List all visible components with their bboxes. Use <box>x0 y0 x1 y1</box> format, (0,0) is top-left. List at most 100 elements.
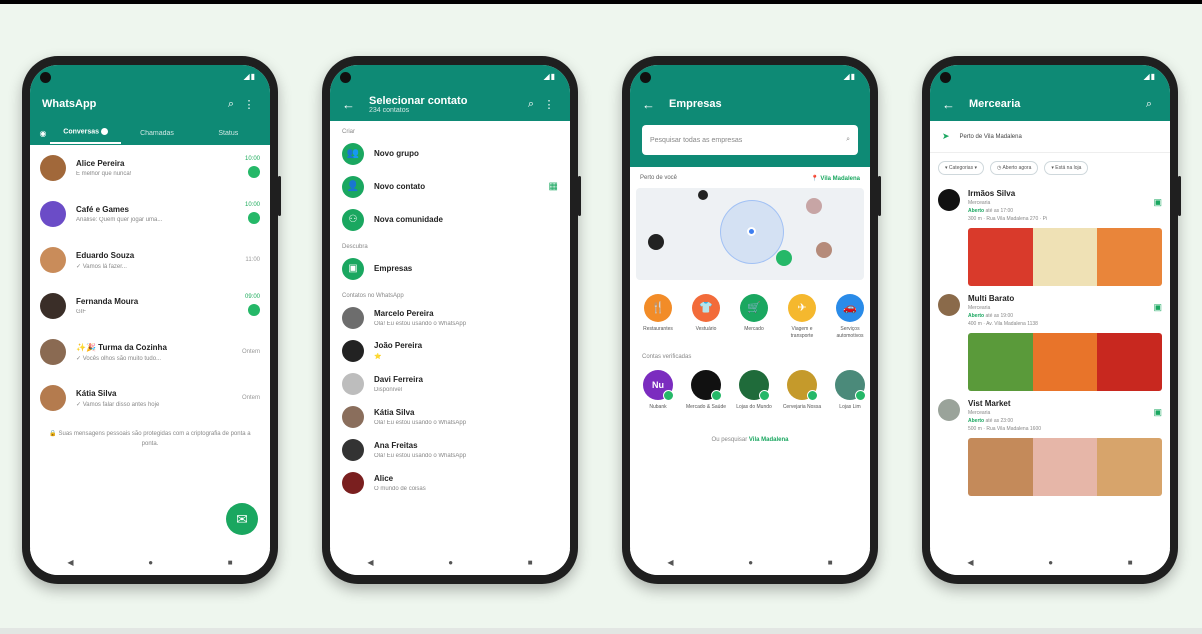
contact-count: 234 contatos <box>369 106 410 114</box>
nav-recents-icon[interactable]: ■ <box>1128 558 1133 567</box>
community-icon: ⚇ <box>342 208 364 231</box>
android-nav-bar: ◀ ● ■ <box>930 549 1170 575</box>
more-menu-icon[interactable]: ⋮ <box>540 98 558 111</box>
browse-line: Ou pesquisar Vila Madalena <box>630 419 870 461</box>
nav-recents-icon[interactable]: ■ <box>528 558 533 567</box>
tab-calls[interactable]: Chamadas <box>121 130 192 137</box>
nav-home-icon[interactable]: ● <box>748 558 753 567</box>
verified-shop[interactable]: Lojas Lim <box>828 370 870 411</box>
more-menu-icon[interactable]: ⋮ <box>240 98 258 111</box>
avatar <box>40 339 66 365</box>
back-arrow-icon[interactable]: ← <box>942 97 955 112</box>
business-row[interactable]: ▣ Empresas <box>330 252 570 285</box>
map-business-pin[interactable] <box>776 250 792 266</box>
chat-icon[interactable]: ▣ <box>1153 407 1162 432</box>
chat-row[interactable]: Alice Pereira É melhor que nunca! 10:00 <box>30 145 270 191</box>
category-item[interactable]: 🛒 Mercado <box>732 294 776 340</box>
browse-link[interactable]: Vila Madalena <box>749 437 789 443</box>
category-item[interactable]: ✈ Viagem e transporte <box>780 294 824 340</box>
location-link[interactable]: 📍 Vila Madalena <box>811 175 860 182</box>
verified-shop[interactable]: Lojas do Mundo <box>732 370 776 411</box>
verified-shop[interactable]: Mercado & Saúde <box>684 370 728 411</box>
category-icon: 🛒 <box>740 294 768 322</box>
category-item[interactable]: 🚗 Serviços automotivos <box>828 294 870 340</box>
verified-shop[interactable]: Cervejaria Nossa <box>780 370 824 411</box>
chat-icon[interactable]: ▣ <box>1153 197 1162 222</box>
nav-home-icon[interactable]: ● <box>1048 558 1053 567</box>
chat-time: 09:00 <box>244 294 260 300</box>
search-icon[interactable]: ⌕ <box>522 98 540 111</box>
camera-tab-icon[interactable]: ◉ <box>36 129 50 138</box>
shop-logo <box>787 370 818 401</box>
business-avatar <box>938 189 960 211</box>
nav-home-icon[interactable]: ● <box>448 558 453 567</box>
new-chat-button[interactable]: ✉ <box>226 503 258 535</box>
nav-back-icon[interactable]: ◀ <box>967 558 973 567</box>
map-business-pin[interactable] <box>648 234 664 250</box>
filter-chip-categories[interactable]: ▾ Categorias ▾ <box>938 161 984 175</box>
map-business-pin[interactable] <box>806 198 822 214</box>
filter-chips: ▾ Categorias ▾ ◷ Aberto agora ▾ Está na … <box>930 153 1170 183</box>
nav-recents-icon[interactable]: ■ <box>228 558 233 567</box>
nav-recents-icon[interactable]: ■ <box>828 558 833 567</box>
contact-row[interactable]: João Pereira ⭐ <box>330 334 570 367</box>
tab-chats[interactable]: Conversas <box>50 128 122 144</box>
chat-name: Café e Games <box>76 205 129 214</box>
contact-row[interactable]: Kátia Silva Olá! Eu estou usando o WhatsA… <box>330 400 570 433</box>
chat-row[interactable]: ✨🎉 Turma da Cozinha ✓ Vocês olhos são mui… <box>30 329 270 375</box>
android-nav-bar: ◀ ● ■ <box>30 549 270 575</box>
new-contact-row[interactable]: 👤 Novo contato ▦ <box>330 170 570 203</box>
signal-icon: ◢▮ <box>243 72 256 81</box>
chat-row[interactable]: Kátia Silva ✓ Vamos falar disso antes hoj… <box>30 375 270 421</box>
chat-row[interactable]: Fernanda Moura GIF 09:00 <box>30 283 270 329</box>
contact-status: Olá! Eu estou usando o WhatsApp <box>374 452 467 459</box>
tab-status[interactable]: Status <box>193 130 264 137</box>
business-card[interactable]: Multi Barato Mercearia Aberto até as 19:00… <box>930 288 1170 393</box>
business-card[interactable]: Irmãos Silva Mercearia Aberto até as 17:00… <box>930 183 1170 288</box>
contact-text: Alice O mundo de coisas <box>374 474 558 492</box>
filter-chip-in-store[interactable]: ▾ Está na loja <box>1044 161 1089 175</box>
chat-name: Alice Pereira <box>76 159 125 168</box>
avatar <box>342 405 364 428</box>
business-hours-text: até as 17:00 <box>984 208 1014 214</box>
top-border <box>0 0 1202 4</box>
section-create: Criar <box>342 129 355 135</box>
nav-back-icon[interactable]: ◀ <box>367 558 373 567</box>
chat-row[interactable]: Eduardo Souza ✓ Vamos lá fazer... 11:00 <box>30 237 270 283</box>
filter-chip-open-now[interactable]: ◷ Aberto agora <box>989 161 1039 175</box>
business-info: Multi Barato Mercearia Aberto até as 19:00… <box>968 294 1153 327</box>
category-item[interactable]: 👕 Vestuário <box>684 294 728 340</box>
contact-status: ⭐ <box>374 354 382 360</box>
product-photo <box>1032 333 1098 391</box>
nearby-map[interactable] <box>636 188 864 280</box>
contact-row[interactable]: Alice O mundo de coisas <box>330 466 570 499</box>
back-arrow-icon[interactable]: ← <box>342 97 355 112</box>
chat-preview: ✓ Vamos falar disso antes hoje <box>76 401 160 408</box>
business-header: Irmãos Silva Mercearia Aberto até as 17:00… <box>938 189 1162 222</box>
search-icon[interactable]: ⌕ <box>222 98 240 111</box>
contact-row[interactable]: Davi Ferreira Disponível <box>330 367 570 400</box>
back-arrow-icon[interactable]: ← <box>642 97 655 112</box>
chat-meta: Ontem <box>242 395 260 401</box>
chat-name: Eduardo Souza <box>76 250 135 260</box>
new-group-row[interactable]: 👥 Novo grupo <box>330 137 570 170</box>
business-search-input[interactable]: Pesquisar todas as empresas ⌕ <box>642 125 858 155</box>
nav-back-icon[interactable]: ◀ <box>67 558 73 567</box>
map-business-pin[interactable] <box>816 242 832 258</box>
contact-row[interactable]: Ana Freitas Olá! Eu estou usando o WhatsA… <box>330 433 570 466</box>
chat-icon[interactable]: ▣ <box>1153 302 1162 327</box>
contact-status: Disponível <box>374 386 403 393</box>
verified-shop[interactable]: Nu Nubank <box>636 370 680 411</box>
qr-code-icon[interactable]: ▦ <box>549 181 558 192</box>
android-nav-bar: ◀ ● ■ <box>330 549 570 575</box>
business-card[interactable]: Vist Market Mercearia Aberto até as 23:00 5… <box>930 393 1170 498</box>
nav-back-icon[interactable]: ◀ <box>667 558 673 567</box>
location-row[interactable]: ➤ Perto de Vila Madalena <box>930 121 1170 153</box>
new-community-row[interactable]: ⚇ Nova comunidade <box>330 203 570 236</box>
nav-home-icon[interactable]: ● <box>148 558 153 567</box>
map-business-pin[interactable] <box>698 190 708 200</box>
contact-row[interactable]: Marcelo Pereira Olá! Eu estou usando o Wh… <box>330 301 570 334</box>
chat-row[interactable]: Café e Games Análise: Quem quer jogar uma… <box>30 191 270 237</box>
search-icon[interactable]: ⌕ <box>1140 98 1158 111</box>
category-item[interactable]: 🍴 Restaurantes <box>636 294 680 340</box>
